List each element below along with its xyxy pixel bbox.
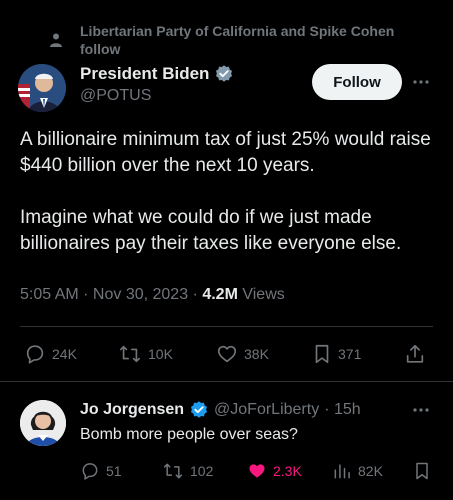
like-button[interactable]: 2.3K — [247, 461, 302, 481]
bookmark-button[interactable]: 371 — [312, 343, 361, 365]
reply-time[interactable]: · 15h — [324, 401, 360, 419]
social-context-text: Libertarian Party of California and Spik… — [80, 23, 395, 57]
avatar-image — [20, 400, 66, 446]
follow-button[interactable]: Follow — [312, 64, 402, 100]
reply-count: 24K — [52, 346, 77, 362]
person-icon — [50, 33, 62, 47]
author-handle[interactable]: @POTUS — [80, 87, 234, 105]
like-button[interactable]: 38K — [216, 343, 269, 365]
bookmark-count: 371 — [338, 346, 362, 362]
repost-button[interactable]: 10K — [118, 343, 173, 365]
reply-author-handle[interactable]: @JoForLiberty — [214, 401, 319, 419]
reply-avatar[interactable] — [20, 400, 66, 446]
views-chart-icon — [334, 464, 350, 479]
views-label: Views — [237, 286, 285, 303]
repost-count: 10K — [148, 346, 173, 362]
avatar[interactable] — [18, 64, 66, 112]
reply-text: Bomb more people over seas? — [80, 426, 298, 443]
heart-icon — [217, 345, 237, 363]
verified-badge-icon — [216, 65, 233, 82]
tweet-meta: 5:05 AM · Nov 30, 2023 · 4.2M Views — [20, 286, 285, 304]
more-options-icon[interactable] — [411, 400, 431, 420]
bookmark-icon — [416, 462, 428, 480]
tweet-paragraph: Imagine what we could do if we just made… — [20, 207, 402, 254]
reply-button[interactable]: 24K — [24, 343, 77, 365]
reply-header: Jo Jorgensen @JoForLiberty · 15h — [80, 400, 361, 420]
tweet-text: A billionaire minimum tax of just 25% wo… — [20, 127, 440, 257]
reply-icon — [26, 345, 44, 364]
heart-filled-icon — [249, 464, 265, 478]
social-context[interactable]: Libertarian Party of California and Spik… — [48, 22, 410, 58]
tweet-timestamp[interactable]: 5:05 AM · Nov 30, 2023 · — [20, 286, 202, 303]
bookmark-button[interactable] — [413, 461, 431, 481]
tweet-paragraph: A billionaire minimum tax of just 25% wo… — [20, 129, 431, 176]
reply-count: 51 — [106, 463, 122, 479]
repost-icon — [163, 463, 183, 479]
bookmark-icon — [315, 344, 329, 364]
author-name[interactable]: President Biden — [80, 64, 209, 84]
more-options-icon[interactable] — [411, 72, 431, 92]
share-icon — [406, 344, 424, 363]
like-count: 38K — [244, 346, 269, 362]
repost-count: 102 — [190, 463, 214, 479]
like-count: 2.3K — [273, 463, 302, 479]
repost-icon — [120, 345, 140, 363]
reply-author-name[interactable]: Jo Jorgensen — [80, 401, 184, 419]
verified-badge-icon — [191, 401, 208, 418]
views-count: 82K — [358, 463, 383, 479]
repost-button[interactable]: 102 — [162, 461, 213, 481]
divider — [0, 381, 453, 382]
author-block[interactable]: President Biden @POTUS — [80, 64, 234, 105]
share-button[interactable] — [404, 343, 426, 365]
views-count: 4.2M — [202, 286, 238, 303]
avatar-image — [18, 64, 66, 112]
views-button[interactable]: 82K — [332, 461, 383, 481]
divider — [20, 326, 433, 327]
reply-icon — [82, 463, 98, 480]
reply-button[interactable]: 51 — [80, 461, 122, 481]
